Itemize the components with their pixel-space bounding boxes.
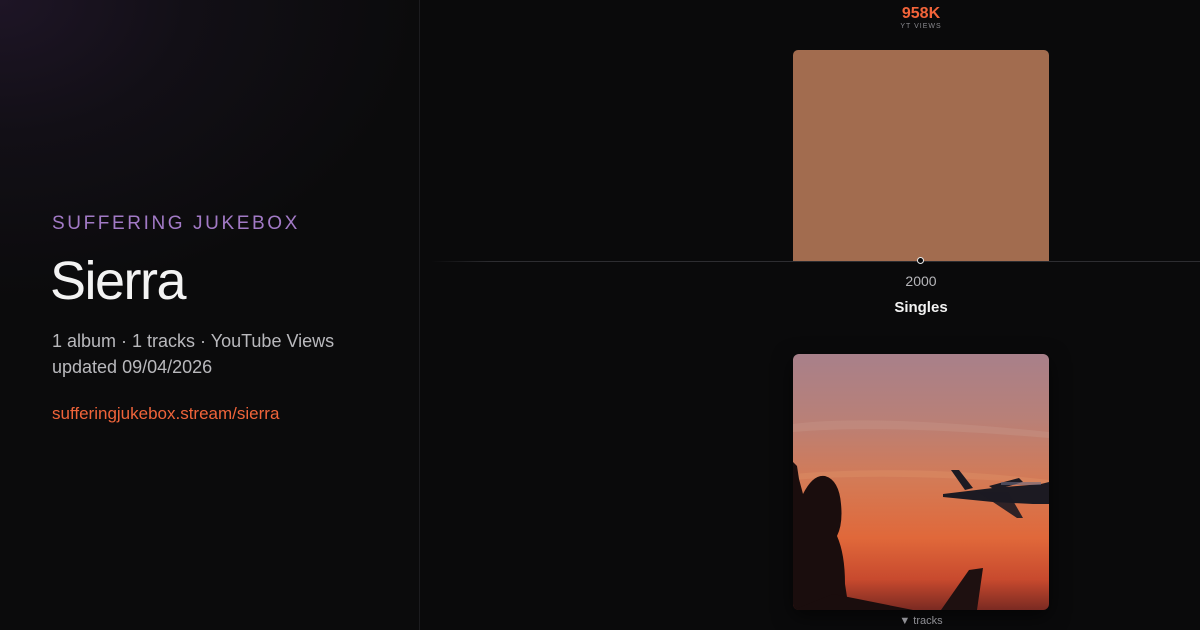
tracks-toggle-button[interactable]: ▼ tracks	[861, 615, 981, 627]
timeline-marker	[917, 257, 924, 264]
views-badge: 958K YT VIEWS	[841, 5, 1001, 31]
album-cover-sunset-airplane-icon	[793, 354, 1049, 610]
updated-date: updated 09/04/2026	[52, 357, 213, 377]
artist-panel: SUFFERING JUKEBOX Sierra 1 album · 1 tra…	[0, 0, 420, 630]
artist-summary: 1 album · 1 tracks · YouTube Views	[52, 331, 335, 351]
artist-name: Sierra	[50, 251, 187, 311]
timeline-axis	[431, 261, 1200, 262]
album-cover[interactable]	[793, 354, 1049, 610]
album-year: 2000	[905, 273, 937, 289]
views-value: 958K	[901, 5, 941, 22]
views-label: YT VIEWS	[900, 23, 942, 30]
artist-page-link[interactable]: sufferingjukebox.stream/sierra	[52, 404, 279, 424]
views-bar	[793, 50, 1049, 261]
brand-label: SUFFERING JUKEBOX	[52, 213, 300, 234]
timeline-panel: 958K YT VIEWS 2000 Singles ▼ tracks	[421, 0, 1200, 630]
album-title: Singles	[894, 299, 948, 316]
share-card: SUFFERING JUKEBOX Sierra 1 album · 1 tra…	[0, 0, 1200, 630]
